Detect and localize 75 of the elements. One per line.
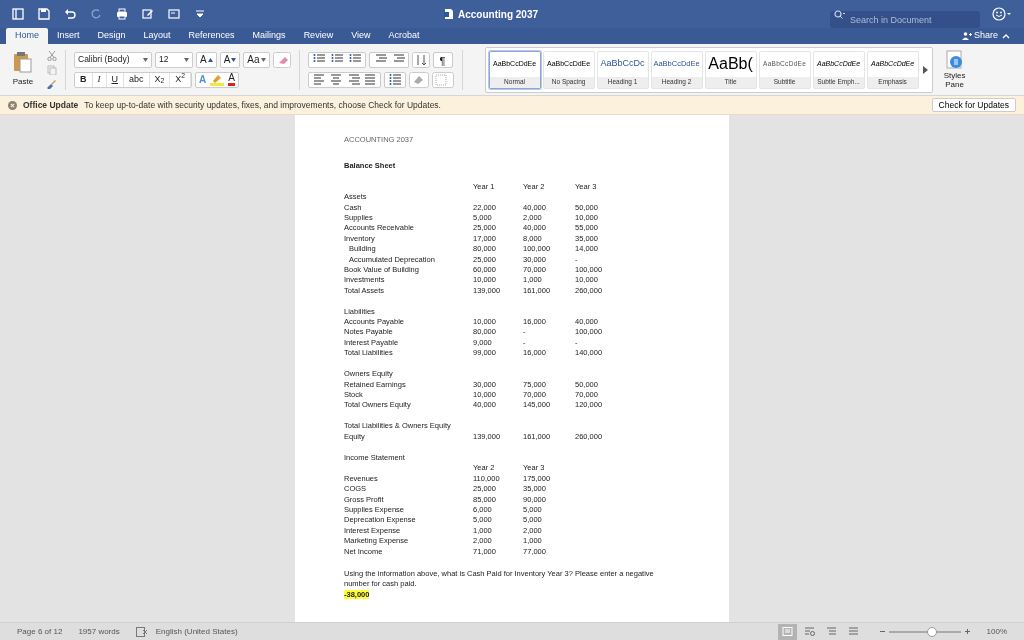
share-button[interactable]: Share — [961, 29, 998, 43]
format-button[interactable]: abc — [124, 72, 150, 87]
window-title: Accounting 2037 — [458, 7, 539, 22]
globe-page-icon — [803, 627, 815, 636]
caret-icon — [143, 57, 148, 62]
styles-pane-button[interactable]: Styles Pane — [940, 71, 969, 89]
ribbon-tab[interactable]: Insert — [48, 28, 89, 44]
search-field[interactable]: Search in Document — [830, 11, 980, 28]
align-left-icon[interactable] — [311, 73, 326, 86]
person-add-icon — [961, 32, 972, 40]
shrink-font-button[interactable]: A — [219, 51, 241, 68]
page-icon — [781, 627, 793, 636]
line-spacing-icon[interactable] — [387, 73, 402, 86]
font-color-button[interactable]: A — [228, 73, 235, 86]
zoom-out-icon[interactable] — [878, 628, 886, 635]
lines-icon — [847, 627, 859, 636]
smiley-icon[interactable] — [992, 7, 1012, 21]
up-arrow-icon — [207, 57, 213, 62]
highlighter-icon[interactable] — [210, 73, 225, 86]
format-button[interactable]: X$^{2}$ — [170, 72, 192, 87]
shading-icon[interactable] — [408, 71, 429, 88]
caret-icon — [260, 57, 266, 62]
ribbon-tab[interactable]: Home — [6, 28, 48, 44]
page-count: Page 6 of 12 — [17, 625, 63, 638]
ribbon-tab[interactable]: Review — [294, 28, 343, 44]
sort-icon[interactable] — [411, 51, 430, 68]
sidebar-icon[interactable] — [12, 8, 24, 20]
save-icon[interactable] — [38, 8, 50, 20]
more-styles-icon[interactable] — [920, 64, 929, 75]
redo-icon[interactable] — [90, 8, 102, 20]
language-label: English (United States) — [155, 625, 238, 638]
change-case-button[interactable]: Aa — [243, 51, 270, 68]
ribbon-tab[interactable]: View — [342, 28, 380, 44]
format-button[interactable]: I — [92, 72, 107, 87]
align-center-icon[interactable] — [328, 73, 343, 86]
ribbon-tab[interactable]: Acrobat — [379, 28, 429, 44]
down-arrow-icon — [231, 57, 237, 62]
font-size-dropdown[interactable]: 12 — [155, 51, 193, 68]
zoom-percent: 100% — [986, 625, 1007, 638]
close-icon[interactable] — [8, 100, 17, 110]
outline-icon — [825, 627, 837, 636]
proofing-icon[interactable] — [135, 626, 148, 637]
ribbon-tab[interactable]: Mailings — [243, 28, 295, 44]
paragraph-marks-button[interactable]: ¶ — [432, 51, 453, 68]
word-count: 1957 words — [78, 625, 120, 638]
ribbon-tab[interactable]: References — [179, 28, 244, 44]
print-layout-button[interactable] — [777, 623, 797, 640]
search-icon — [834, 9, 846, 20]
grow-font-button[interactable]: A — [196, 51, 217, 68]
customize-icon[interactable] — [194, 8, 206, 20]
caret-icon — [184, 57, 189, 62]
justify-icon[interactable] — [362, 73, 377, 86]
clipboard-icon[interactable] — [13, 51, 33, 73]
slider-thumb[interactable] — [926, 626, 937, 637]
format-button[interactable]: X$_{2}$ — [149, 72, 171, 87]
font-name-dropdown[interactable]: Calibri (Body) — [74, 51, 152, 68]
zoom-in-icon[interactable] — [963, 628, 971, 635]
check-for-updates-button[interactable]: Check for Updates — [931, 98, 1016, 112]
format-button[interactable]: U — [106, 72, 124, 87]
document-icon — [444, 8, 454, 20]
update-title: Office Update — [23, 98, 79, 112]
format-button[interactable]: B — [75, 72, 93, 87]
undo-icon[interactable] — [64, 8, 76, 20]
ribbon-tab[interactable]: Design — [88, 28, 135, 44]
edit-icon[interactable] — [142, 8, 154, 20]
scissors-icon[interactable] — [46, 50, 57, 61]
brush-icon[interactable] — [46, 78, 57, 89]
window-icon[interactable] — [168, 8, 180, 20]
styles-pane-icon[interactable] — [945, 50, 964, 70]
paste-button[interactable]: Paste — [12, 76, 34, 88]
collapse-icon[interactable] — [1002, 33, 1010, 39]
update-message: To keep up-to-date with security updates, fixes, and improvements, choose Check for Updates. — [84, 98, 441, 112]
print-icon[interactable] — [116, 8, 128, 20]
eraser-icon[interactable] — [272, 51, 291, 68]
ribbon-tab[interactable]: Layout — [134, 28, 180, 44]
